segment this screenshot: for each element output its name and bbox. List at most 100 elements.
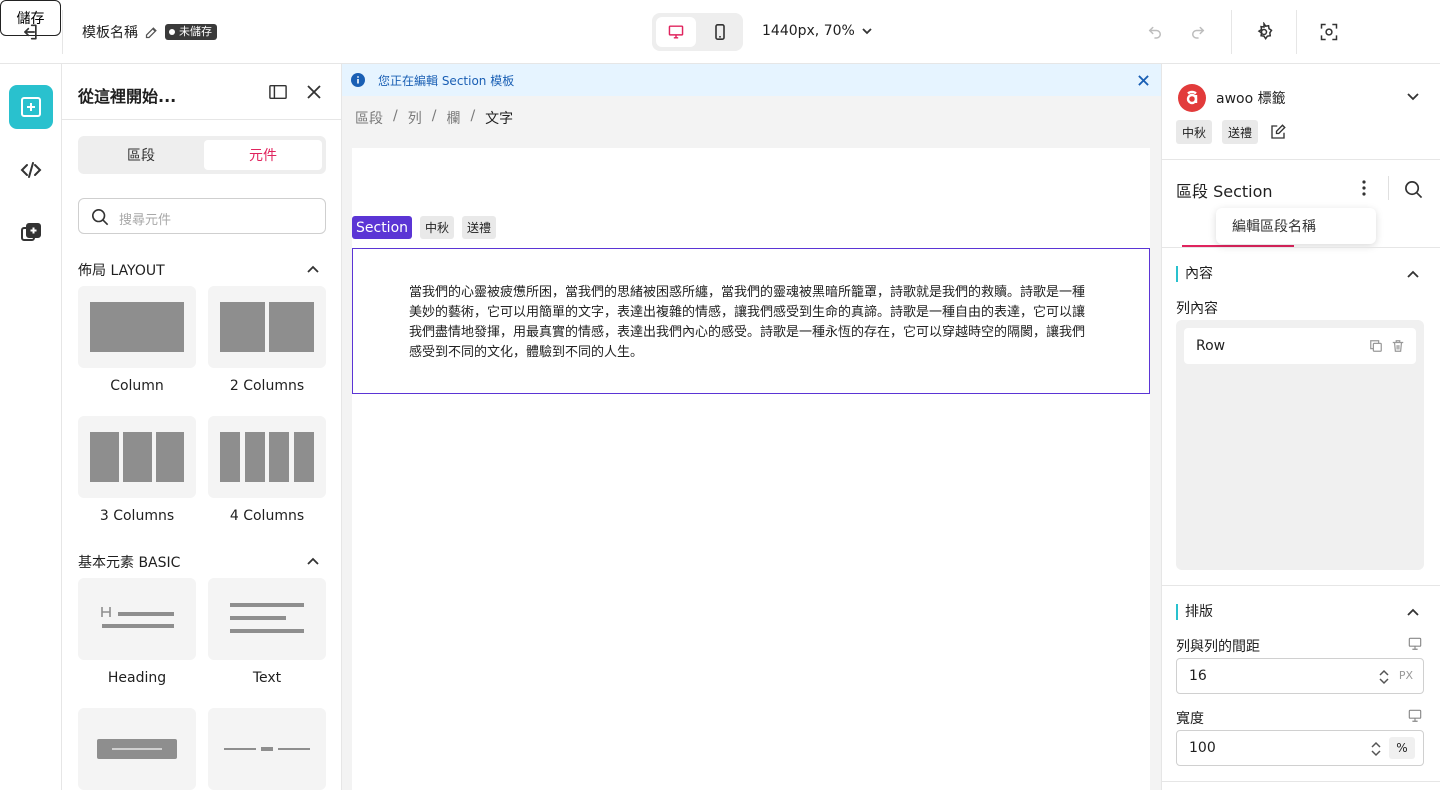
chevron-down-icon[interactable]: [1406, 92, 1420, 102]
viewport-label: 1440px, 70%: [762, 23, 855, 39]
column-tile[interactable]: [78, 286, 196, 368]
search-icon[interactable]: [1402, 178, 1424, 200]
width-value: 100: [1189, 740, 1216, 756]
chevron-up-icon[interactable]: [306, 263, 320, 275]
brand-tag: 送禮: [1222, 120, 1259, 144]
settings-gear-icon[interactable]: [1252, 20, 1276, 44]
edit-tags-icon[interactable]: [1268, 122, 1288, 142]
top-bar: 模板名稱 未儲存 1440px, 70% 儲存: [0, 0, 1440, 64]
info-icon: [351, 73, 365, 87]
edit-name-icon[interactable]: [143, 24, 159, 40]
tab-sections[interactable]: 區段: [82, 140, 200, 170]
unsaved-label: 未儲存: [179, 25, 212, 38]
tile-label: Heading: [107, 670, 167, 686]
divider-tile[interactable]: [208, 708, 326, 790]
brand-tag: 中秋: [1176, 120, 1213, 144]
chevron-up-icon[interactable]: [306, 555, 320, 567]
duplicate-icon[interactable]: [1368, 338, 1384, 354]
search-input[interactable]: 搜尋元件: [78, 198, 326, 234]
layout-section-title: 排版: [1176, 604, 1213, 620]
device-toggle: [652, 13, 743, 51]
panel-title: 從這裡開始...: [78, 87, 177, 106]
preview-icon[interactable]: [1317, 20, 1341, 44]
components-panel: 從這裡開始... 區段 元件 搜尋元件 佈局 LAYOUT Column 2 C…: [62, 64, 342, 790]
gap-label: 列與列的間距: [1176, 639, 1260, 655]
brand-block: awoo 標籤 中秋 送禮: [1162, 64, 1440, 160]
viewport-select[interactable]: 1440px, 70%: [762, 23, 873, 39]
breadcrumb-column[interactable]: 欄: [446, 108, 460, 128]
page-preview: Section 中秋 送禮 當我們的心靈被疲憊所困，當我們的思緒被困惑所纏，當我…: [352, 148, 1150, 790]
panel-tabs: 區段 元件: [78, 136, 326, 174]
gap-input[interactable]: 16 PX: [1176, 658, 1424, 694]
section-tag: 送禮: [462, 216, 497, 239]
code-icon[interactable]: [19, 158, 43, 182]
add-square-icon: [21, 97, 41, 117]
add-element-button[interactable]: [9, 85, 53, 129]
status-dot-icon: [169, 29, 175, 35]
width-unit-select[interactable]: %: [1389, 737, 1415, 759]
close-icon[interactable]: [304, 82, 324, 102]
row-content-label: 列內容: [1176, 301, 1218, 317]
panel-header: 從這裡開始...: [62, 64, 341, 120]
text-block[interactable]: 當我們的心靈被疲憊所困，當我們的思緒被困惑所纏，當我們的靈魂被黑暗所籠罩，詩歌就…: [409, 283, 1093, 363]
width-input[interactable]: 100 %: [1176, 730, 1424, 766]
section-label-tag[interactable]: Section: [352, 216, 413, 239]
templates-icon[interactable]: [19, 221, 43, 245]
tile-label: 3 Columns: [99, 508, 175, 524]
row-item-label: Row: [1196, 338, 1226, 354]
close-banner-icon[interactable]: [1136, 73, 1150, 87]
edit-banner: 您正在編輯 Section 模板: [342, 64, 1161, 96]
properties-panel: awoo 標籤 中秋 送禮 區段 Section 編輯區段名稱 內容 列內容 R…: [1161, 64, 1440, 790]
desktop-icon: [1408, 709, 1422, 722]
width-label: 寬度: [1176, 711, 1204, 727]
tile-label: Text: [252, 670, 282, 686]
tile-label: Column: [110, 378, 164, 394]
dock-panel-icon[interactable]: [268, 82, 288, 102]
three-columns-tile[interactable]: [78, 416, 196, 498]
tile-label: 4 Columns: [229, 508, 305, 524]
chevron-up-icon[interactable]: [1406, 607, 1420, 617]
search-placeholder: 搜尋元件: [119, 213, 172, 228]
stepper-icon[interactable]: [1371, 741, 1381, 757]
template-name: 模板名稱: [82, 25, 138, 41]
button-tile[interactable]: [78, 708, 196, 790]
section-title: 區段 Section: [1176, 182, 1273, 201]
breadcrumb-text: 文字: [485, 111, 514, 127]
stepper-icon[interactable]: [1379, 669, 1389, 685]
exit-icon[interactable]: [18, 20, 42, 44]
list-item[interactable]: Row: [1184, 328, 1416, 364]
tab-components[interactable]: 元件: [204, 140, 322, 170]
brand-logo-icon: [1178, 84, 1206, 112]
undo-icon[interactable]: [1143, 20, 1167, 44]
more-vertical-icon[interactable]: [1354, 178, 1374, 198]
redo-icon[interactable]: [1186, 20, 1210, 44]
gap-value: 16: [1189, 668, 1207, 684]
rows-list: Row: [1176, 320, 1424, 570]
layout-group-title: 佈局 LAYOUT: [78, 263, 165, 279]
section-tags: Section 中秋 送禮: [352, 216, 497, 239]
section-tag: 中秋: [420, 216, 455, 239]
mobile-view-button[interactable]: [700, 17, 740, 47]
tile-label: 2 Columns: [229, 378, 305, 394]
brand-name: awoo 標籤: [1216, 91, 1286, 107]
heading-tile[interactable]: [78, 578, 196, 660]
desktop-icon: [1408, 637, 1422, 650]
desktop-view-button[interactable]: [656, 17, 696, 47]
two-columns-tile[interactable]: [208, 286, 326, 368]
unsaved-badge: 未儲存: [165, 24, 217, 40]
chevron-up-icon[interactable]: [1406, 269, 1420, 279]
rename-section-menu-item[interactable]: 編輯區段名稱: [1216, 208, 1376, 244]
breadcrumb-section[interactable]: 區段: [355, 108, 383, 128]
four-columns-tile[interactable]: [208, 416, 326, 498]
editor-canvas: 您正在編輯 Section 模板 區段 / 列 / 欄 / 文字 Section 中秋…: [342, 64, 1161, 790]
basic-group-title: 基本元素 BASIC: [78, 555, 181, 571]
chevron-down-icon: [862, 28, 872, 35]
breadcrumb-row[interactable]: 列: [408, 108, 422, 128]
selected-section[interactable]: 當我們的心靈被疲憊所困，當我們的思緒被困惑所纏，當我們的靈魂被黑暗所籠罩，詩歌就…: [352, 248, 1150, 394]
banner-text: 您正在編輯 Section 模板: [378, 74, 515, 88]
breadcrumb: 區段 / 列 / 欄 / 文字: [355, 108, 514, 128]
search-icon: [91, 208, 109, 226]
content-section-title: 內容: [1176, 266, 1213, 282]
text-tile[interactable]: [208, 578, 326, 660]
trash-icon[interactable]: [1390, 338, 1406, 354]
